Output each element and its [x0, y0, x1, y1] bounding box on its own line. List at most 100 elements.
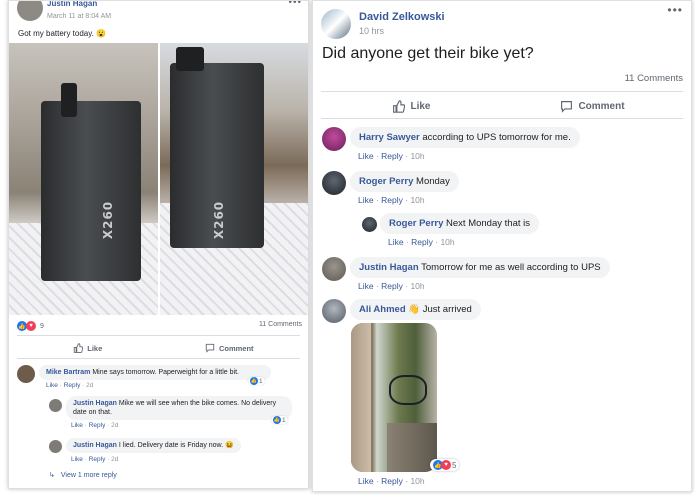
- battery-photo-2[interactable]: X260: [160, 43, 308, 315]
- comment-like-link[interactable]: Like: [358, 281, 374, 291]
- comment-text: I lied. Delivery date is Friday now. 😆: [118, 442, 234, 449]
- comment-text: 👋 Just arrived: [408, 304, 472, 315]
- post-author[interactable]: David Zelkowski: [359, 11, 445, 23]
- post-text: Got my battery today. 😮: [18, 29, 107, 38]
- comment-author[interactable]: Justin Hagan: [73, 400, 117, 407]
- divider: [17, 358, 300, 359]
- comment-author[interactable]: Harry Sawyer: [359, 132, 420, 143]
- comment-author[interactable]: Justin Hagan: [359, 262, 419, 273]
- avatar[interactable]: [321, 9, 351, 39]
- avatar[interactable]: [362, 217, 377, 232]
- comment-author[interactable]: Roger Perry: [389, 218, 443, 229]
- more-options-icon[interactable]: •••: [288, 1, 302, 8]
- comment-time[interactable]: 10h: [410, 281, 424, 291]
- avatar[interactable]: [322, 127, 346, 151]
- comment-bubble: Justin Hagan I lied. Delivery date is Fr…: [66, 438, 241, 453]
- comment-reply-link[interactable]: Reply: [64, 382, 81, 389]
- like-button[interactable]: Like: [321, 95, 502, 117]
- reaction-count: 9: [40, 322, 44, 330]
- comment-bubble: Ali Ahmed 👋 Just arrived: [350, 299, 481, 320]
- comment-time[interactable]: 10h: [410, 151, 424, 161]
- thumbs-up-outline-icon: [74, 343, 84, 353]
- comment-time[interactable]: 10h: [410, 476, 424, 486]
- more-options-icon[interactable]: •••: [667, 3, 683, 17]
- comment-button[interactable]: Comment: [502, 95, 683, 117]
- post-timestamp[interactable]: March 11 at 8:04 AM: [47, 13, 111, 20]
- like-icon: 👍: [273, 416, 281, 424]
- comment-time[interactable]: 2d: [111, 422, 118, 429]
- avatar[interactable]: [17, 1, 43, 21]
- divider: [17, 335, 300, 336]
- comment-photo[interactable]: [351, 323, 437, 472]
- post-author[interactable]: Justin Hagan: [47, 1, 97, 8]
- comment-reaction[interactable]: 👍 1: [271, 416, 288, 424]
- comment-bubble-icon: [205, 343, 215, 353]
- like-button[interactable]: Like: [17, 339, 159, 357]
- comment-meta: Like · Reply · 2d: [71, 422, 119, 429]
- reaction-summary[interactable]: 👍 ♥ 9: [17, 320, 44, 332]
- comment-like-link[interactable]: Like: [358, 476, 374, 486]
- comment-meta: Like · Reply · 10h: [358, 195, 425, 205]
- comment-like-link[interactable]: Like: [71, 456, 83, 463]
- comment-time[interactable]: 10h: [410, 195, 424, 205]
- comment-text: Mine says tomorrow. Paperweight for a li…: [92, 369, 239, 376]
- comment-time[interactable]: 2d: [111, 456, 118, 463]
- comment-author[interactable]: Mike Bartram: [46, 369, 90, 376]
- comment-bubble: Roger Perry Monday: [350, 171, 459, 192]
- comment-text: Next Monday that is: [446, 218, 530, 229]
- comment-bubble: Justin Hagan Mike we will see when the b…: [66, 396, 292, 420]
- comment-reply-link[interactable]: Reply: [381, 151, 403, 161]
- comment-button[interactable]: Comment: [159, 339, 301, 357]
- comment-text: Tomorrow for me as well according to UPS: [421, 262, 601, 273]
- comment-bubble: Harry Sawyer according to UPS tomorrow f…: [350, 127, 580, 148]
- comments-count[interactable]: 11 Comments: [259, 321, 302, 328]
- comment-reply-link[interactable]: Reply: [411, 237, 433, 247]
- post-photos: X260 X260: [9, 43, 308, 315]
- like-label: Like: [410, 100, 431, 112]
- love-icon: ♥: [26, 321, 36, 331]
- thumbs-up-outline-icon: [393, 99, 406, 113]
- comment-label: Comment: [218, 343, 254, 353]
- comment-like-link[interactable]: Like: [71, 422, 83, 429]
- reaction-count: 5: [452, 460, 457, 470]
- comment-bubble: Roger Perry Next Monday that is: [380, 213, 539, 234]
- avatar[interactable]: [322, 171, 346, 195]
- comment-bubble: Justin Hagan Tomorrow for me as well acc…: [350, 257, 610, 278]
- comment-reaction[interactable]: 👍 1: [248, 377, 265, 385]
- avatar[interactable]: [49, 440, 62, 453]
- battery-label: X260: [101, 200, 116, 240]
- like-label: Like: [87, 343, 103, 353]
- comment-meta: Like · Reply · 10h: [358, 281, 425, 291]
- battery-photo-1[interactable]: X260: [9, 43, 158, 315]
- comment-meta: Like · Reply · 2d: [46, 382, 94, 389]
- comments-count[interactable]: 11 Comments: [625, 73, 683, 84]
- comment-reply-link[interactable]: Reply: [89, 456, 106, 463]
- post-header: Justin Hagan March 11 at 8:04 AM •••: [9, 1, 308, 25]
- comment-reaction[interactable]: 👍 ♥ 5: [430, 459, 460, 471]
- view-more-replies[interactable]: ↳ View 1 more reply: [49, 471, 117, 480]
- comment-author[interactable]: Ali Ahmed: [359, 304, 406, 315]
- comment-reply-link[interactable]: Reply: [381, 476, 403, 486]
- avatar[interactable]: [322, 257, 346, 281]
- comment-bubble: Mike Bartram Mine says tomorrow. Paperwe…: [39, 365, 271, 380]
- comment-bubble-icon: [561, 100, 573, 113]
- post-timestamp[interactable]: 10 hrs: [359, 26, 384, 36]
- divider: [321, 118, 683, 119]
- battery-label: X260: [212, 200, 227, 240]
- comment-time[interactable]: 10h: [440, 237, 454, 247]
- comment-time[interactable]: 2d: [86, 382, 93, 389]
- avatar[interactable]: [49, 399, 62, 412]
- right-post: David Zelkowski 10 hrs ••• Did anyone ge…: [312, 0, 692, 492]
- comment-reply-link[interactable]: Reply: [381, 281, 403, 291]
- comment-author[interactable]: Roger Perry: [359, 176, 413, 187]
- comment-reply-link[interactable]: Reply: [89, 422, 106, 429]
- comment-reply-link[interactable]: Reply: [381, 195, 403, 205]
- comment-like-link[interactable]: Like: [358, 195, 374, 205]
- avatar[interactable]: [17, 365, 35, 383]
- comment-like-link[interactable]: Like: [358, 151, 374, 161]
- comment-like-link[interactable]: Like: [388, 237, 404, 247]
- comment-like-link[interactable]: Like: [46, 382, 58, 389]
- comment-author[interactable]: Justin Hagan: [73, 442, 117, 449]
- post-actions: Like Comment: [17, 339, 300, 357]
- avatar[interactable]: [322, 299, 346, 323]
